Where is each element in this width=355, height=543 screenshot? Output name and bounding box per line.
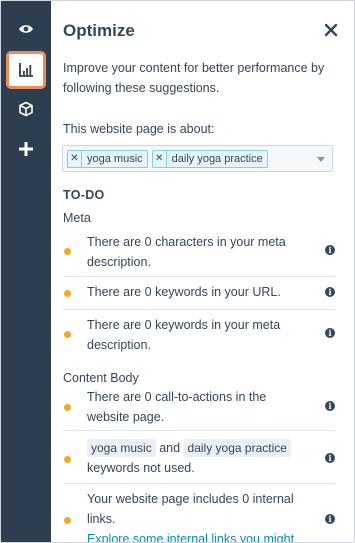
todo-item-text: yoga music and daily yoga practice keywo…	[87, 438, 307, 478]
info-icon[interactable]: i	[325, 287, 335, 297]
status-dot	[64, 331, 71, 338]
chart-icon	[19, 63, 33, 77]
keyword-tag: daily yoga practice	[183, 439, 291, 457]
info-icon[interactable]: i	[325, 514, 335, 524]
status-dot	[64, 517, 71, 524]
left-tool-rail	[1, 1, 51, 542]
panel-title: Optimize	[63, 21, 135, 40]
todo-item: Your website page includes 0 internal li…	[63, 484, 335, 542]
info-icon[interactable]: i	[325, 245, 335, 255]
todo-item-text: There are 0 call-to-actions in the websi…	[87, 390, 267, 424]
optimize-window: Optimize Improve your content for better…	[0, 0, 355, 543]
topic-select[interactable]: ✕ yoga music ✕ daily yoga practice	[62, 145, 333, 172]
keyword-tag: yoga music	[87, 439, 156, 457]
topic-chip-label: daily yoga practice	[171, 152, 263, 165]
internal-links-text: Your website page includes 0 internal li…	[87, 492, 294, 526]
status-dot	[64, 248, 71, 255]
info-icon[interactable]: i	[325, 401, 335, 411]
eye-icon	[19, 25, 33, 33]
topic-chip[interactable]: ✕ yoga music	[67, 149, 148, 168]
topic-label: This website page is about:	[63, 122, 215, 136]
conjunction-text: and	[159, 441, 181, 455]
info-icon[interactable]: i	[325, 328, 335, 338]
status-dot	[64, 404, 71, 411]
todo-item-text: There are 0 characters in your meta desc…	[87, 235, 286, 269]
remove-chip-icon[interactable]: ✕	[153, 150, 167, 167]
cube-icon	[19, 101, 33, 117]
rail-button-add[interactable]	[7, 131, 45, 167]
rail-button-preview[interactable]	[7, 11, 45, 47]
close-icon[interactable]	[324, 23, 338, 37]
topic-chip-label: yoga music	[87, 152, 143, 165]
rail-button-optimize[interactable]	[6, 51, 46, 89]
remove-chip-icon[interactable]: ✕	[68, 150, 82, 167]
todo-item-text: There are 0 keywords in your URL.	[87, 285, 281, 299]
intro-text: Improve your content for better performa…	[63, 61, 325, 95]
todo-item: There are 0 keywords in your meta descri…	[63, 310, 335, 360]
info-icon[interactable]: i	[325, 453, 335, 463]
keyword-note: keywords not used.	[87, 461, 195, 475]
optimize-panel: Optimize Improve your content for better…	[51, 1, 354, 542]
rail-button-modules[interactable]	[7, 91, 45, 127]
chevron-down-icon[interactable]	[317, 157, 325, 162]
topic-chip[interactable]: ✕ daily yoga practice	[151, 149, 268, 168]
todo-item-text: Your website page includes 0 internal li…	[87, 489, 317, 542]
status-dot	[64, 456, 71, 463]
plus-icon	[19, 142, 33, 156]
todo-heading: TO-DO	[63, 188, 105, 202]
todo-item-text: There are 0 keywords in your meta descri…	[87, 318, 281, 352]
todo-item: There are 0 characters in your meta desc…	[63, 227, 335, 277]
explore-links-link[interactable]: Explore some internal links you might us…	[87, 532, 294, 542]
status-dot	[64, 290, 71, 297]
todo-item: There are 0 keywords in your URL. i	[63, 277, 335, 310]
todo-item: There are 0 call-to-actions in the websi…	[63, 383, 335, 431]
meta-section-heading: Meta	[63, 211, 91, 225]
todo-item: yoga music and daily yoga practice keywo…	[63, 431, 335, 484]
